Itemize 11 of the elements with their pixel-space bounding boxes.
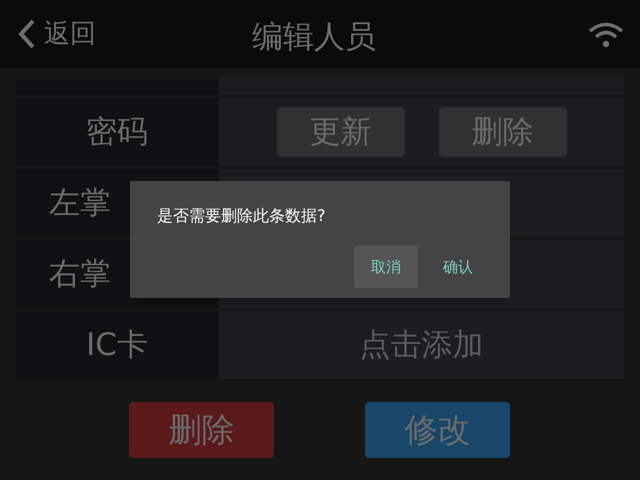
row-button[interactable]: 删除 — [438, 107, 566, 157]
wifi-icon — [588, 22, 624, 48]
page-title: 编辑人员 — [252, 18, 376, 57]
back-button[interactable]: 返回 — [18, 14, 96, 54]
row-label: IC卡 — [16, 311, 218, 379]
dialog-button[interactable]: 取消 — [354, 246, 418, 288]
row-button[interactable]: 更新 — [276, 107, 404, 157]
row-label: 密码 — [16, 98, 218, 166]
delete-button[interactable]: 删除 — [129, 402, 274, 458]
edit-button[interactable]: 修改 — [365, 402, 510, 458]
chevron-left-icon — [18, 19, 36, 49]
